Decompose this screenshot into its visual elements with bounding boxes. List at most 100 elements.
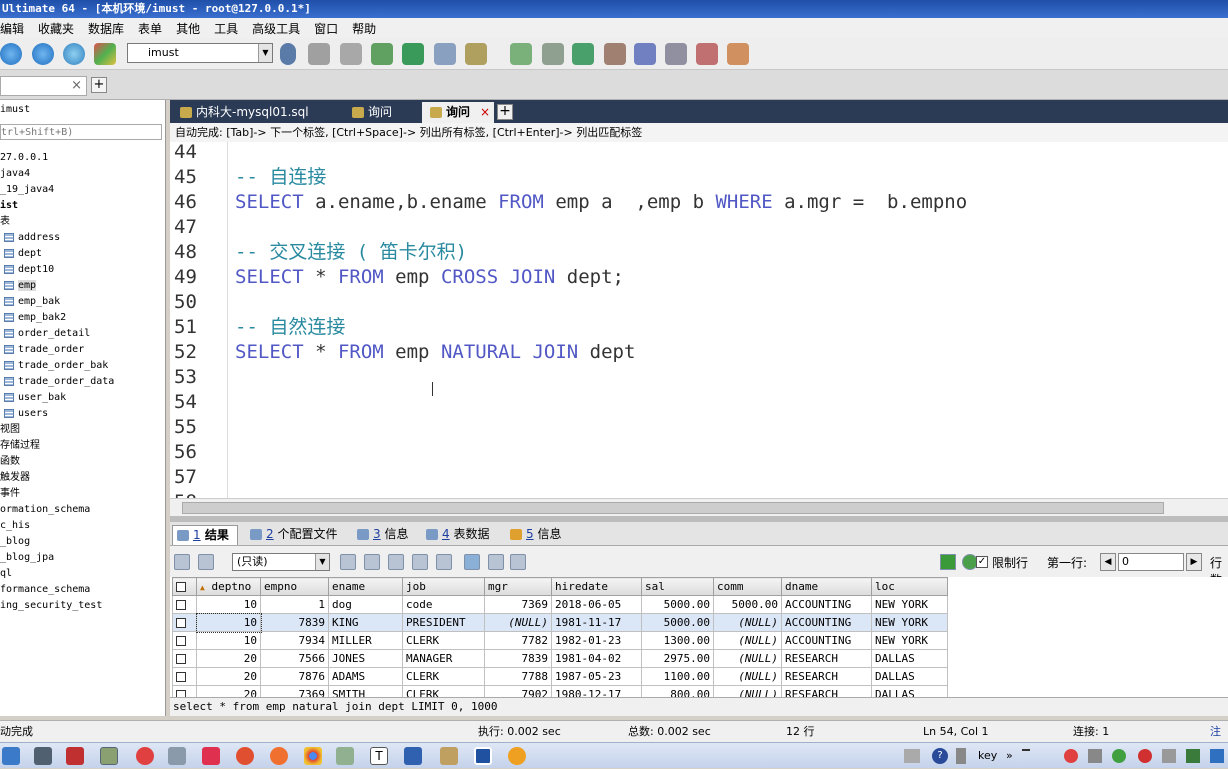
designer-icon[interactable] (727, 43, 749, 65)
sql-editor[interactable]: 44 45 46 47 48 49 50 51 52 53 54 55 56 5… (170, 142, 1228, 498)
close-icon[interactable]: × (480, 102, 490, 122)
keyboard-icon[interactable] (904, 749, 920, 763)
schema-icon[interactable] (465, 43, 487, 65)
schema-item[interactable]: c_his (0, 518, 30, 534)
cell[interactable]: PRESIDENT (402, 613, 485, 632)
network-icon[interactable] (1210, 749, 1224, 763)
monitor-icon[interactable] (665, 43, 687, 65)
col-header[interactable]: ▲ deptno (196, 577, 261, 596)
table-item[interactable]: address (4, 230, 60, 246)
menu-table[interactable]: 表单 (138, 20, 162, 37)
row-checkbox[interactable] (172, 595, 197, 614)
app-icon[interactable] (404, 747, 422, 765)
printer-icon[interactable] (956, 748, 966, 764)
chevron-icon[interactable]: » (1006, 743, 1013, 769)
cell[interactable]: RESEARCH (781, 649, 872, 668)
cell[interactable]: MANAGER (402, 649, 485, 668)
row-checkbox[interactable] (172, 631, 197, 650)
tree-item[interactable]: java4 (0, 166, 30, 182)
tree-item[interactable]: 27.0.0.1 (0, 150, 48, 166)
new-connection-icon[interactable] (0, 43, 22, 65)
add-row-icon[interactable] (340, 554, 356, 570)
table-item[interactable]: trade_order_data (4, 374, 114, 390)
folder-procedures[interactable]: 存储过程 (0, 438, 40, 454)
table-item[interactable]: emp (4, 278, 37, 294)
cell[interactable]: 7876 (260, 667, 329, 686)
truck-icon[interactable] (604, 43, 626, 65)
chevron-down-icon[interactable]: ▼ (258, 44, 272, 62)
tree-item[interactable]: 表 (0, 214, 10, 230)
menu-tools[interactable]: 工具 (214, 20, 238, 37)
row-checkbox[interactable] (172, 613, 197, 632)
db-add-icon[interactable] (308, 43, 330, 65)
select-all-checkbox[interactable] (172, 577, 197, 596)
next-page-button[interactable]: ▶ (1186, 553, 1202, 571)
table-row[interactable]: 10 7839 KING PRESIDENT (NULL) 1981-11-17 5000.… (172, 612, 948, 633)
cell[interactable]: 7839 (260, 613, 329, 632)
cell[interactable]: (NULL) (713, 649, 782, 668)
cell[interactable]: 5000.00 (641, 613, 714, 632)
schema-item[interactable]: _blog (0, 534, 30, 550)
menu-favorites[interactable]: 收藏夹 (38, 20, 74, 37)
col-header[interactable]: mgr (484, 577, 552, 596)
db-copy-icon[interactable] (340, 43, 362, 65)
new-tab-button[interactable]: + (497, 104, 513, 120)
table-item[interactable]: dept (4, 246, 42, 262)
cell[interactable]: 5000.00 (713, 595, 782, 614)
chrome-icon[interactable] (304, 747, 322, 765)
caret-up-icon[interactable] (1022, 749, 1030, 761)
schema-item[interactable]: _blog_jpa (0, 550, 54, 566)
scheduler-icon[interactable] (634, 43, 656, 65)
tray-icon[interactable] (1064, 749, 1078, 763)
cell[interactable]: DALLAS (871, 667, 948, 686)
cell[interactable]: 10 (195, 612, 262, 633)
close-icon[interactable]: × (71, 78, 82, 93)
tray-icon[interactable] (1138, 749, 1152, 763)
menu-other[interactable]: 其他 (176, 20, 200, 37)
col-header[interactable]: ename (328, 577, 403, 596)
tab-mysql01-sql[interactable]: 内科大-mysql01.sql (172, 102, 342, 123)
cell[interactable]: 1100.00 (641, 667, 714, 686)
menu-window[interactable]: 窗口 (314, 20, 338, 37)
scroll-thumb[interactable] (182, 502, 1164, 514)
table-row[interactable]: 20 7369 SMITH CLERK 7902 1980-12-17 800.00 (NUL… (172, 685, 948, 697)
cell[interactable]: ACCOUNTING (781, 631, 872, 650)
restore-icon[interactable] (542, 43, 564, 65)
object-filter-input[interactable]: trl+Shift+B) (0, 124, 162, 140)
cell[interactable]: CLERK (402, 631, 485, 650)
folder-events[interactable]: 事件 (0, 486, 20, 502)
schema-item[interactable]: formance_schema (0, 582, 90, 598)
cell[interactable]: DALLAS (871, 685, 948, 697)
cell[interactable]: 7902 (484, 685, 552, 697)
table-item[interactable]: emp_bak (4, 294, 60, 310)
cell[interactable]: 1981-11-17 (551, 613, 642, 632)
table-item[interactable]: order_detail (4, 326, 90, 342)
schema-item[interactable]: ql (0, 566, 12, 582)
tray-icon[interactable] (1162, 749, 1176, 763)
tray-icon[interactable] (1186, 749, 1200, 763)
form-view-icon[interactable] (488, 554, 504, 570)
database-select[interactable]: imust ▼ (127, 43, 273, 63)
app-icon[interactable] (34, 747, 52, 765)
cell[interactable]: 5000.00 (641, 595, 714, 614)
cell[interactable]: CLERK (402, 685, 485, 697)
table-item[interactable]: trade_order (4, 342, 84, 358)
table-item[interactable]: trade_order_bak (4, 358, 108, 374)
col-header[interactable]: dname (781, 577, 872, 596)
cell[interactable]: NEW YORK (871, 595, 948, 614)
cell[interactable]: (NULL) (484, 613, 552, 632)
app-icon[interactable] (336, 747, 354, 765)
firefox-icon[interactable] (270, 747, 288, 765)
app-icon[interactable] (508, 747, 526, 765)
chevron-down-icon[interactable]: ▼ (315, 554, 329, 570)
cell[interactable]: 7782 (484, 631, 552, 650)
cancel-icon[interactable] (436, 554, 452, 570)
cell[interactable]: 1981-04-02 (551, 649, 642, 668)
table-row[interactable]: 10 7934 MILLER CLERK 7782 1982-01-23 1300.00 (N… (172, 631, 948, 650)
calendar-icon[interactable] (696, 43, 718, 65)
folder-views[interactable]: 视图 (0, 422, 20, 438)
cell[interactable]: (NULL) (713, 685, 782, 697)
table-row[interactable]: 20 7566 JONES MANAGER 7839 1981-04-02 2975.00(… (172, 649, 948, 668)
col-header[interactable]: loc (871, 577, 948, 596)
backup-icon[interactable] (510, 43, 532, 65)
